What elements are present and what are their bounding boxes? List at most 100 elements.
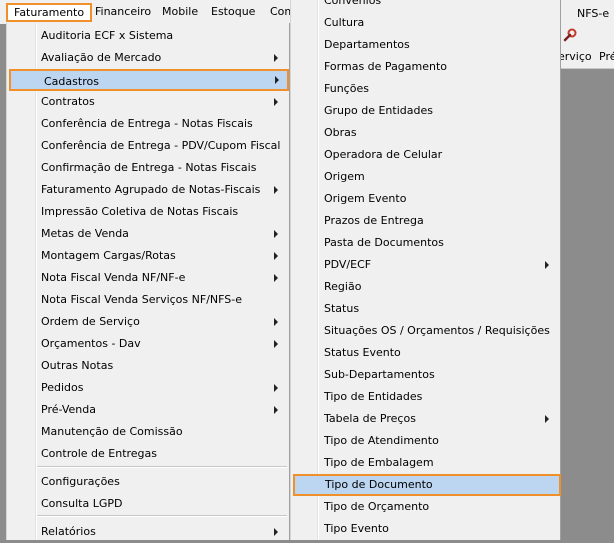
menu-item-label: Cadastros: [44, 75, 99, 88]
submenu-item-regiao[interactable]: Região: [291, 276, 560, 298]
menu-item-nota-fiscal-venda-servicos-nf-nfs-e[interactable]: Nota Fiscal Venda Serviços NF/NFS-e: [7, 289, 289, 311]
menubar-item-mobile[interactable]: Mobile: [158, 3, 202, 21]
submenu-item-tipo-de-documento[interactable]: Tipo de Documento: [293, 474, 561, 496]
menu-item-consulta-lgpd[interactable]: Consulta LGPD: [7, 493, 289, 515]
submenu-item-formas-de-pagamento[interactable]: Formas de Pagamento: [291, 56, 560, 78]
menu-item-label: Faturamento Agrupado de Notas-Fiscais: [41, 183, 261, 196]
menu-item-controle-de-entregas[interactable]: Controle de Entregas: [7, 443, 289, 465]
submenu-item-tipo-de-atendimento[interactable]: Tipo de Atendimento: [291, 430, 560, 452]
menu-item-label: Avaliação de Mercado: [41, 51, 162, 64]
menu-item-cadastros[interactable]: Cadastros: [9, 69, 289, 91]
menu-item-label: Tipo de Atendimento: [324, 434, 439, 447]
menu-item-label: Grupo de Entidades: [324, 104, 433, 117]
menu-item-auditoria-ecf-x-sistema[interactable]: Auditoria ECF x Sistema: [7, 25, 289, 47]
submenu-item-sub-departamentos[interactable]: Sub-Departamentos: [291, 364, 560, 386]
menu-item-label: Ordem de Serviço: [41, 315, 140, 328]
submenu-item-prazos-de-entrega[interactable]: Prazos de Entrega: [291, 210, 560, 232]
menu-item-label: Formas de Pagamento: [324, 60, 448, 73]
cadastros-submenu: Convênios Cultura Departamentos Formas de P…: [290, 0, 561, 540]
submenu-item-situacoes-os-orcamentos-requisicoes[interactable]: Situações OS / Orçamentos / Requisições: [291, 320, 560, 342]
submenu-item-obras[interactable]: Obras: [291, 122, 560, 144]
wrench-icon[interactable]: [563, 28, 577, 42]
menu-item-label: Convênios: [324, 0, 382, 7]
menubar-item-faturamento[interactable]: Faturamento: [6, 3, 93, 22]
menu-item-faturamento-agrupado-de-notas-fiscais[interactable]: Faturamento Agrupado de Notas-Fiscais: [7, 179, 289, 201]
menu-item-label: Tipo de Embalagem: [324, 456, 434, 469]
menubar-item-nfse[interactable]: NFS-e: [577, 7, 609, 20]
menu-item-conferencia-de-entrega-notas-fiscais[interactable]: Conferência de Entrega - Notas Fiscais: [7, 113, 289, 135]
submenu-arrow-icon: [274, 54, 278, 62]
submenu-item-status[interactable]: Status: [291, 298, 560, 320]
menu-item-conferencia-de-entrega-pdv-cupom-fiscal[interactable]: Conferência de Entrega - PDV/Cupom Fisca…: [7, 135, 289, 157]
menu-item-label: Auditoria ECF x Sistema: [41, 29, 174, 42]
menu-item-nota-fiscal-venda-nf-nf-e[interactable]: Nota Fiscal Venda NF/NF-e: [7, 267, 289, 289]
toolbar: erviço Pré: [558, 24, 614, 69]
submenu-item-status-evento[interactable]: Status Evento: [291, 342, 560, 364]
menu-item-label: Tipo de Entidades: [324, 390, 423, 403]
menu-item-label: Obras: [324, 126, 357, 139]
submenu-arrow-icon: [274, 318, 278, 326]
submenu-item-cultura[interactable]: Cultura: [291, 12, 560, 34]
menubar-label: Financeiro: [95, 5, 152, 18]
menu-separator: [37, 515, 287, 517]
menu-item-label: Origem Evento: [324, 192, 407, 205]
menubar-item-estoque[interactable]: Estoque: [207, 3, 259, 21]
menu-item-outras-notas[interactable]: Outras Notas: [7, 355, 289, 377]
menu-item-label: Departamentos: [324, 38, 410, 51]
menu-item-contratos[interactable]: Contratos: [7, 91, 289, 113]
submenu-item-tabela-de-precos[interactable]: Tabela de Preços: [291, 408, 560, 430]
toolbar-pre-label[interactable]: Pré: [599, 50, 614, 63]
menu-item-ordem-de-servico[interactable]: Ordem de Serviço: [7, 311, 289, 333]
submenu-item-origem-evento[interactable]: Origem Evento: [291, 188, 560, 210]
menubar-label: Faturamento: [14, 6, 85, 19]
submenu-arrow-icon: [274, 528, 278, 536]
submenu-arrow-icon: [275, 76, 279, 84]
menubar-item-financeiro[interactable]: Financeiro: [91, 3, 155, 21]
menu-item-impressao-coletiva-de-notas-fiscais[interactable]: Impressão Coletiva de Notas Fiscais: [7, 201, 289, 223]
menu-item-label: Contratos: [41, 95, 95, 108]
submenu-arrow-icon: [274, 230, 278, 238]
menu-item-label: Orçamentos - Dav: [41, 337, 141, 350]
menu-item-label: Tipo de Orçamento: [324, 500, 430, 513]
submenu-item-pdv-ecf[interactable]: PDV/ECF: [291, 254, 560, 276]
menu-item-label: Outras Notas: [41, 359, 114, 372]
menu-item-label: Conferência de Entrega - PDV/Cupom Fisca…: [41, 139, 281, 152]
menu-item-avaliacao-de-mercado[interactable]: Avaliação de Mercado: [7, 47, 289, 69]
submenu-item-departamentos[interactable]: Departamentos: [291, 34, 560, 56]
submenu-item-convenios[interactable]: Convênios: [291, 0, 560, 12]
menu-item-label: Tabela de Preços: [324, 412, 416, 425]
menu-item-label: Região: [324, 280, 362, 293]
menu-item-manutencao-de-comissao[interactable]: Manutenção de Comissão: [7, 421, 289, 443]
submenu-item-tipo-evento[interactable]: Tipo Evento: [291, 518, 560, 540]
menu-item-label: Status: [324, 302, 360, 315]
menu-item-label: Tipo de Documento: [325, 478, 433, 491]
submenu-item-grupo-de-entidades[interactable]: Grupo de Entidades: [291, 100, 560, 122]
menu-item-orcamentos-dav[interactable]: Orçamentos - Dav: [7, 333, 289, 355]
menu-item-label: Impressão Coletiva de Notas Fiscais: [41, 205, 239, 218]
menu-item-configuracoes[interactable]: Configurações: [7, 471, 289, 493]
menu-item-label: Consulta LGPD: [41, 497, 123, 510]
menu-item-metas-de-venda[interactable]: Metas de Venda: [7, 223, 289, 245]
menu-item-pedidos[interactable]: Pedidos: [7, 377, 289, 399]
submenu-item-tipo-de-orcamento[interactable]: Tipo de Orçamento: [291, 496, 560, 518]
menu-separator: [37, 466, 287, 468]
submenu-item-operadora-de-celular[interactable]: Operadora de Celular: [291, 144, 560, 166]
submenu-item-tipo-de-entidades[interactable]: Tipo de Entidades: [291, 386, 560, 408]
submenu-item-origem[interactable]: Origem: [291, 166, 560, 188]
submenu-item-pasta-de-documentos[interactable]: Pasta de Documentos: [291, 232, 560, 254]
submenu-arrow-icon: [274, 406, 278, 414]
submenu-arrow-icon: [274, 340, 278, 348]
menubar-label: Estoque: [211, 5, 256, 18]
menu-item-confirmacao-de-entrega-notas-fiscais[interactable]: Confirmação de Entrega - Notas Fiscais: [7, 157, 289, 179]
submenu-arrow-icon: [274, 252, 278, 260]
menu-item-label: Origem: [324, 170, 365, 183]
menu-item-label: Nota Fiscal Venda NF/NF-e: [41, 271, 186, 284]
submenu-item-tipo-de-embalagem[interactable]: Tipo de Embalagem: [291, 452, 560, 474]
submenu-arrow-icon: [274, 274, 278, 282]
menu-item-label: Controle de Entregas: [41, 447, 158, 460]
menu-item-pre-venda[interactable]: Pré-Venda: [7, 399, 289, 421]
menu-item-montagem-cargas-rotas[interactable]: Montagem Cargas/Rotas: [7, 245, 289, 267]
menu-item-label: Metas de Venda: [41, 227, 129, 240]
submenu-item-funcoes[interactable]: Funções: [291, 78, 560, 100]
toolbar-servico-label[interactable]: erviço: [558, 50, 592, 63]
